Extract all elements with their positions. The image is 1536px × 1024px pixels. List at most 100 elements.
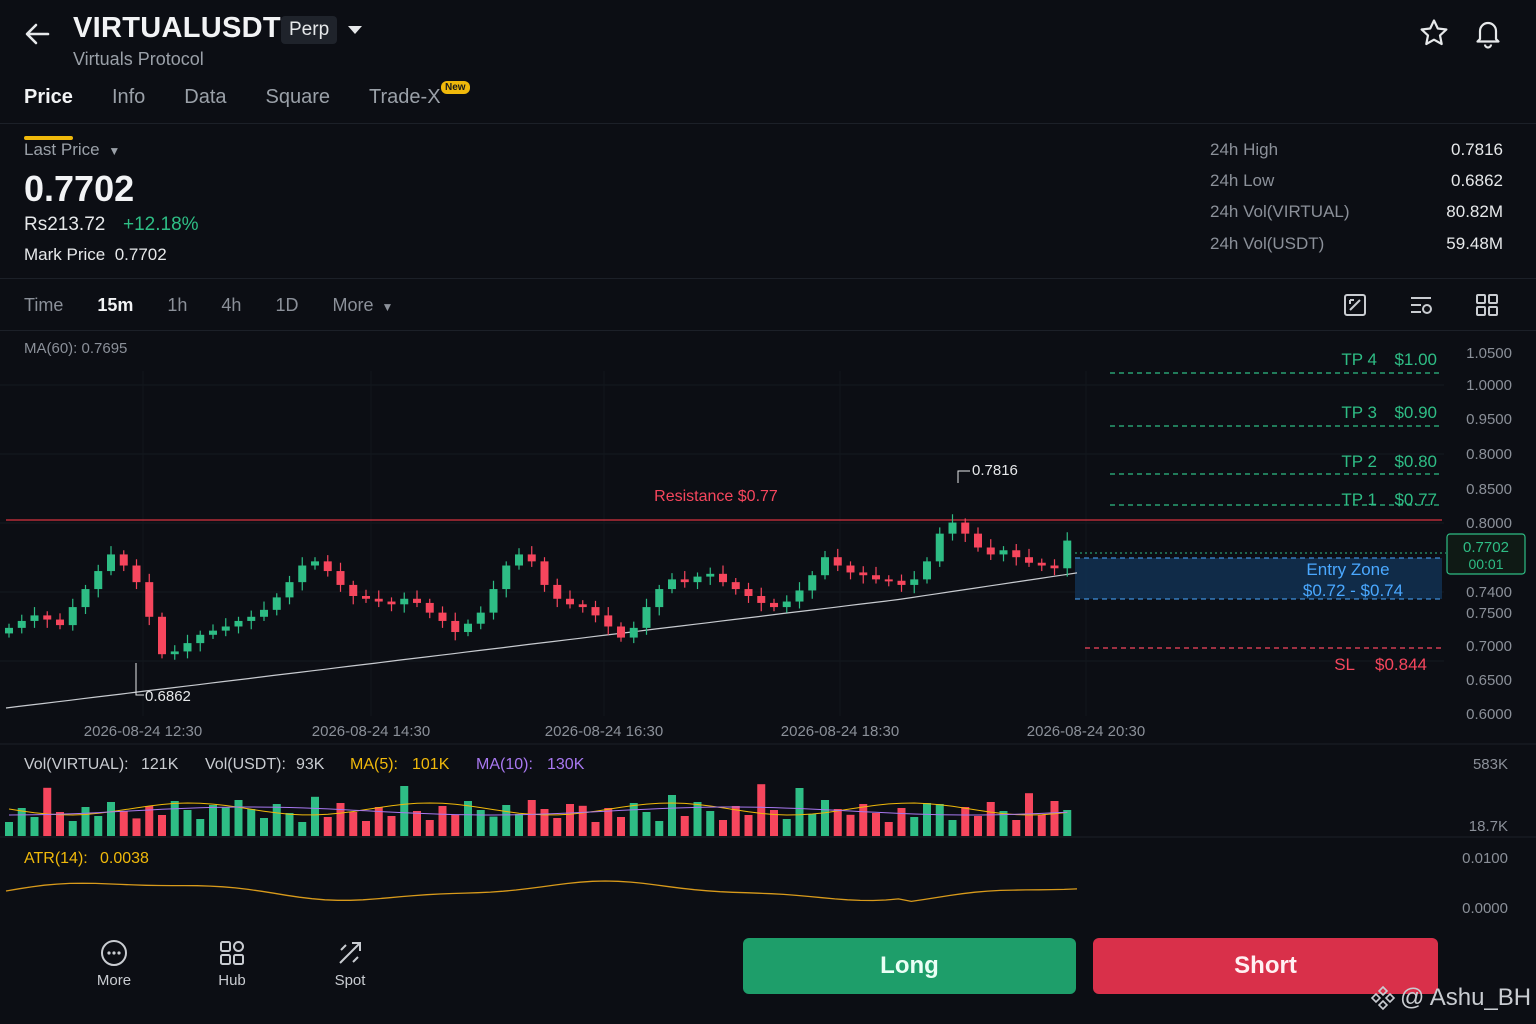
candle-body bbox=[311, 561, 319, 566]
volume-bar bbox=[285, 813, 294, 836]
back-arrow-icon[interactable] bbox=[22, 18, 54, 50]
candle-body bbox=[782, 601, 791, 608]
timeframe-1h[interactable]: 1h bbox=[167, 295, 187, 316]
candle-body bbox=[884, 579, 893, 582]
nav-spot[interactable]: Spot bbox=[310, 938, 390, 989]
volume-bar bbox=[107, 802, 115, 836]
candle-body bbox=[170, 651, 179, 655]
candle-body bbox=[119, 554, 128, 566]
y-tick-label: 0.8000 bbox=[1466, 446, 1512, 463]
candle-body bbox=[387, 601, 396, 605]
stat-value: 59.48M bbox=[1446, 234, 1503, 253]
volume-bar bbox=[680, 816, 689, 836]
volume-bar bbox=[170, 801, 179, 836]
candle-body bbox=[910, 579, 919, 585]
stat-label: 24h Vol(VIRTUAL) bbox=[1210, 202, 1350, 221]
binance-logo-icon bbox=[1370, 985, 1396, 1011]
volume-y-max: 583K bbox=[1473, 756, 1508, 773]
vol-virtual-value: 121K bbox=[141, 756, 179, 773]
tab-info[interactable]: Info bbox=[112, 86, 145, 126]
symbol-title: VIRTUALUSDT bbox=[73, 12, 281, 44]
candle-body bbox=[935, 533, 944, 562]
symbol-dropdown-icon[interactable] bbox=[346, 24, 364, 36]
volume-bar bbox=[974, 816, 982, 836]
x-tick-label: 2026-08-24 20:30 bbox=[1027, 723, 1145, 740]
volume-bar bbox=[527, 800, 536, 836]
volume-bar bbox=[782, 819, 791, 836]
chat-dots-icon bbox=[101, 940, 127, 966]
volume-bar bbox=[247, 809, 256, 836]
favorite-star-icon[interactable] bbox=[1418, 17, 1450, 49]
grid bbox=[0, 371, 1444, 716]
volume-bar bbox=[425, 820, 434, 836]
price-chart[interactable]: MA(60): 0.7695 1.0500 1.0000 0.9500 0.8000 0… bbox=[0, 331, 1536, 931]
candle-body bbox=[527, 554, 536, 562]
bell-icon[interactable] bbox=[1472, 17, 1504, 49]
candle-body bbox=[706, 573, 715, 577]
vol-usdt-label: Vol(USDT): bbox=[205, 756, 286, 773]
volume-bar bbox=[17, 808, 26, 836]
fullscreen-icon[interactable] bbox=[1342, 292, 1368, 318]
timeframe-more[interactable]: More ▼ bbox=[332, 295, 393, 316]
y-tick-label: 1.0500 bbox=[1466, 345, 1512, 362]
ma60-indicator-label: MA(60): 0.7695 bbox=[24, 340, 127, 357]
long-button[interactable]: Long bbox=[743, 938, 1076, 994]
nav-more-label: More bbox=[96, 972, 132, 989]
candle-body bbox=[56, 619, 64, 626]
high-label: 0.7816 bbox=[972, 462, 1018, 479]
volume-bar bbox=[196, 819, 205, 836]
candle-body bbox=[94, 571, 103, 590]
tab-data[interactable]: Data bbox=[184, 86, 226, 126]
timeframe-time[interactable]: Time bbox=[24, 295, 63, 316]
grid-icon bbox=[220, 941, 244, 965]
candle-body bbox=[655, 589, 664, 608]
candle-body bbox=[323, 561, 332, 572]
volume-bar bbox=[400, 786, 409, 836]
candle-body bbox=[948, 522, 957, 534]
candle-body bbox=[183, 643, 192, 652]
last-price-selector[interactable]: Last Price ▼ bbox=[24, 140, 120, 160]
volume-bar bbox=[183, 810, 192, 836]
x-axis: 2026-08-24 12:30 2026-08-24 14:30 2026-08-… bbox=[84, 723, 1145, 740]
nav-more[interactable]: More bbox=[74, 938, 154, 989]
candle-body bbox=[400, 598, 409, 605]
indicator-settings-icon[interactable] bbox=[1408, 292, 1434, 318]
candle-body bbox=[43, 615, 52, 620]
tab-trade-x[interactable]: Trade-X bbox=[369, 86, 441, 126]
timeframe-15m[interactable]: 15m bbox=[97, 295, 133, 316]
ma5-label: MA(5): bbox=[350, 756, 398, 773]
y-tick-label: 0.9500 bbox=[1466, 411, 1512, 428]
volume-bar bbox=[553, 818, 562, 836]
timeframe-4h[interactable]: 4h bbox=[221, 295, 241, 316]
candle-body bbox=[566, 598, 574, 605]
stat-label: 24h Low bbox=[1210, 171, 1275, 190]
candle-body bbox=[107, 554, 115, 572]
tab-square[interactable]: Square bbox=[266, 86, 331, 126]
candle-body bbox=[349, 584, 358, 596]
layout-grid-icon[interactable] bbox=[1474, 292, 1500, 318]
y-tick-label: 0.7400 bbox=[1466, 584, 1512, 601]
candle-body bbox=[642, 607, 651, 628]
y-tick-label: 0.8000 bbox=[1466, 515, 1512, 532]
last-price: 0.7702 bbox=[24, 168, 135, 209]
tab-price[interactable]: Price bbox=[24, 86, 73, 140]
volume-bar bbox=[884, 822, 893, 836]
volume-bar bbox=[795, 788, 804, 836]
timeframe-1d[interactable]: 1D bbox=[275, 295, 298, 316]
candles bbox=[5, 514, 1072, 660]
candle-body bbox=[413, 598, 421, 603]
tp1-name: TP 1 bbox=[1341, 490, 1377, 509]
entry-zone-range: $0.72 - $0.74 bbox=[1303, 581, 1403, 600]
tp3-value: $0.90 bbox=[1394, 403, 1437, 422]
volume-bar bbox=[298, 822, 307, 836]
y-tick-label: 0.6500 bbox=[1466, 672, 1512, 689]
volume-bar bbox=[897, 808, 906, 836]
candle-body bbox=[374, 598, 383, 602]
candle-body bbox=[629, 627, 638, 638]
volume-bar bbox=[158, 815, 166, 836]
volume-bar bbox=[1063, 810, 1072, 836]
nav-hub[interactable]: Hub bbox=[192, 938, 272, 989]
volume-bar bbox=[872, 813, 880, 836]
volume-bar bbox=[757, 784, 766, 836]
nav-spot-label: Spot bbox=[334, 972, 366, 989]
